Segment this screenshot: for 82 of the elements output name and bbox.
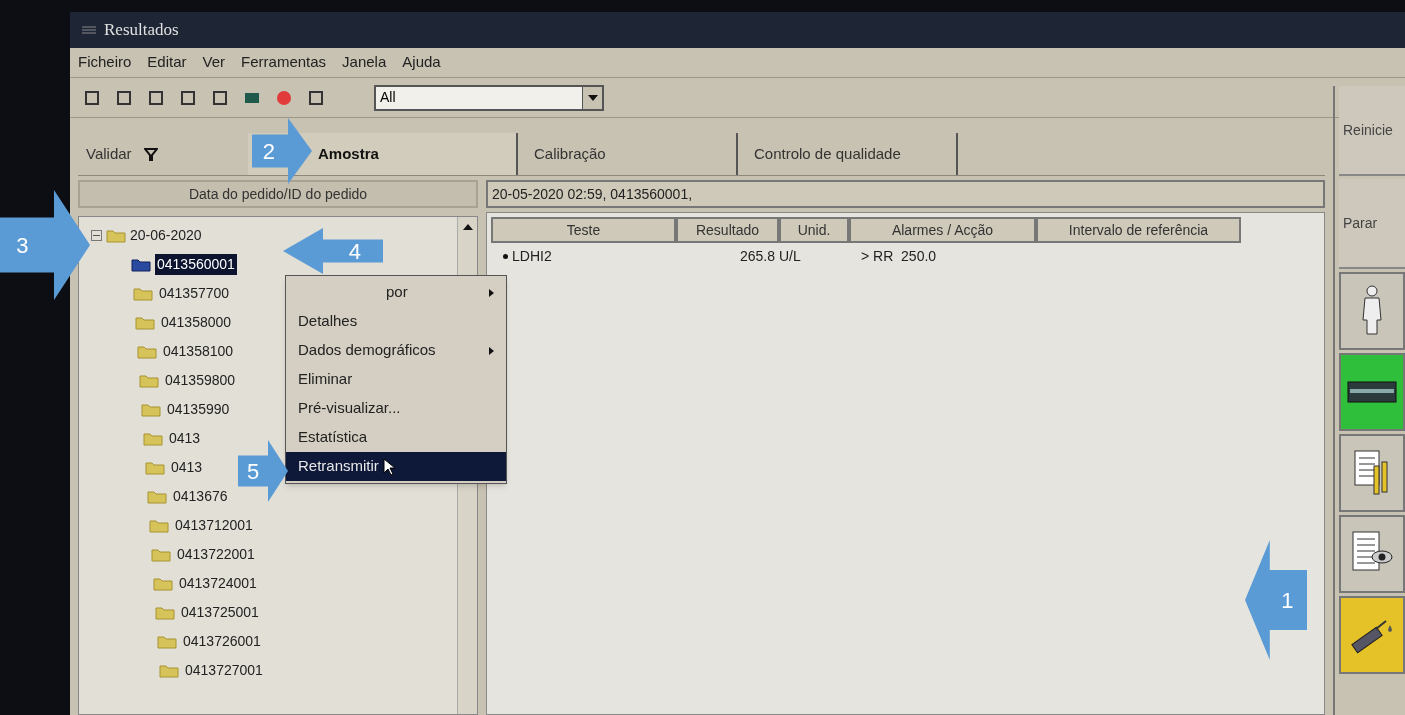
tree-item[interactable]: 0413: [169, 457, 205, 478]
folder-icon: [157, 634, 177, 649]
context-menu-item[interactable]: Dados demográficos: [286, 336, 506, 365]
folder-icon: [151, 547, 171, 562]
tab[interactable]: Controlo de qualidade: [738, 133, 958, 175]
tree-item[interactable]: 0413724001: [177, 573, 259, 594]
tree-item[interactable]: 0413676: [171, 486, 230, 507]
callout-number: 5: [247, 457, 260, 486]
folder-icon: [145, 460, 165, 475]
folder-icon: [155, 605, 175, 620]
folder-icon: [106, 228, 126, 243]
tree-item[interactable]: 041357700: [157, 283, 232, 304]
context-menu-item[interactable]: Eliminar: [286, 365, 506, 394]
folder-icon: [149, 518, 169, 533]
menu-item[interactable]: Janela: [342, 51, 387, 74]
folder-icon: [153, 576, 173, 591]
folder-icon: [147, 489, 167, 504]
column-header[interactable]: Unid.: [779, 217, 849, 243]
collapse-icon[interactable]: [91, 230, 102, 241]
folder-icon: [133, 286, 153, 301]
folder-icon: [141, 402, 161, 417]
filter-dropdown[interactable]: All: [374, 84, 604, 111]
tree-item[interactable]: 0413560001: [155, 254, 237, 275]
tree-item[interactable]: 041358000: [159, 312, 234, 333]
sample-summary: 20-05-2020 02:59, 0413560001,: [486, 180, 1325, 208]
folder-icon: [135, 315, 155, 330]
side-icon-button[interactable]: [1339, 596, 1405, 674]
person-icon: [1359, 285, 1385, 337]
result-cell-text: 265.8: [738, 246, 776, 266]
folder-icon: [159, 663, 179, 678]
context-menu-item[interactable]: Estatística: [286, 423, 506, 452]
tree-item[interactable]: 20-06-2020: [130, 225, 202, 246]
menu-item[interactable]: Ferramentas: [241, 51, 327, 74]
menu-item[interactable]: Ver: [202, 51, 226, 74]
folder-icon: [143, 431, 163, 446]
callout-number: 4: [348, 237, 361, 266]
side-button[interactable]: Reinicie: [1339, 86, 1405, 176]
menu-item[interactable]: Ajuda: [402, 51, 441, 74]
unit-cell-text: U/L: [779, 246, 802, 266]
tree-item[interactable]: 0413727001: [183, 660, 265, 681]
filter-value: All: [380, 88, 396, 107]
tab[interactable]: Calibração: [518, 133, 738, 175]
callout-number: 3: [16, 231, 29, 260]
callout-number: 1: [1281, 586, 1294, 615]
tree-item[interactable]: 0413722001: [175, 544, 257, 565]
column-header[interactable]: Resultado: [676, 217, 779, 243]
context-menu-item[interactable]: Retransmitir: [286, 452, 506, 481]
side-button[interactable]: Parar: [1339, 179, 1405, 269]
tree-item[interactable]: 0413: [167, 428, 203, 449]
side-icon-button[interactable]: [1339, 353, 1405, 431]
test-cell: LDHI2: [491, 245, 676, 267]
tree-item[interactable]: 041358100: [161, 341, 236, 362]
tree-item[interactable]: 0413725001: [179, 602, 261, 623]
analyzer-icon: [1347, 379, 1397, 405]
cursor-icon: [382, 457, 395, 476]
tree-item[interactable]: 04135990: [165, 399, 232, 420]
menu-item[interactable]: Editar: [147, 51, 187, 74]
menu-item[interactable]: Ficheiro: [78, 51, 132, 74]
context-menu-item[interactable]: Pré-visualizar...: [286, 394, 506, 423]
side-icon-button[interactable]: [1339, 272, 1405, 350]
column-header[interactable]: Intervalo de referência: [1036, 217, 1241, 243]
dropdown-arrow-icon: [587, 94, 598, 101]
validate-filter-button[interactable]: Validar: [78, 133, 248, 175]
window-title: Resultados: [104, 19, 179, 42]
bullet-icon: [503, 253, 508, 259]
callout-number: 2: [262, 137, 276, 166]
filter-icon: [143, 147, 158, 161]
tree-item[interactable]: 0413726001: [181, 631, 263, 652]
column-header[interactable]: Teste: [491, 217, 676, 243]
context-menu-item[interactable]: por: [286, 278, 506, 307]
folder-icon: [131, 257, 151, 272]
folder-icon: [137, 344, 157, 359]
context-menu-item[interactable]: Detalhes: [286, 307, 506, 336]
column-header[interactable]: Alarmes / Acção: [849, 217, 1036, 243]
side-icon-button[interactable]: [1339, 515, 1405, 593]
side-icon-button[interactable]: [1339, 434, 1405, 512]
tree-item[interactable]: 041359800: [163, 370, 238, 391]
column-header[interactable]: Data do pedido/ID do pedido: [78, 180, 478, 208]
window-menu-icon: [82, 25, 96, 35]
alarm-cell-text: > RR 250.0: [860, 246, 938, 266]
tree-item[interactable]: 0413712001: [173, 515, 255, 536]
folder-icon: [139, 373, 159, 388]
